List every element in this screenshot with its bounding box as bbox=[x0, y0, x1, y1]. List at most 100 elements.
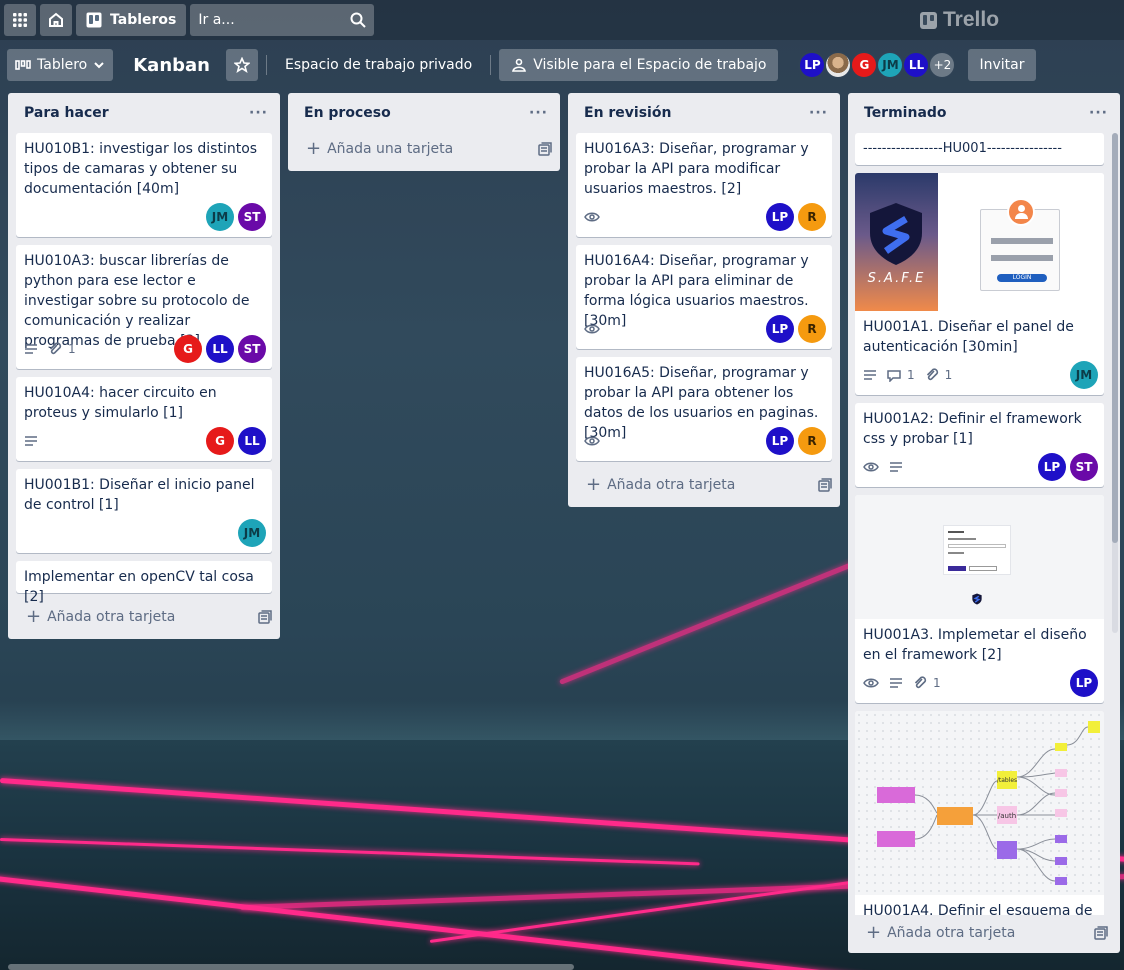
safe-brand-panel: S.A.F.E bbox=[855, 173, 938, 311]
description-icon bbox=[889, 677, 903, 689]
template-icon[interactable] bbox=[538, 142, 552, 156]
divider bbox=[490, 55, 492, 75]
add-card-button[interactable]: + Añada una tarjeta bbox=[296, 131, 560, 167]
member-avatar[interactable]: JM bbox=[876, 51, 905, 79]
list-title[interactable]: Terminado bbox=[864, 105, 947, 121]
add-card-button[interactable]: + Añada otra tarjeta bbox=[856, 915, 1116, 951]
card[interactable]: HU016A5: Diseñar, programar y probar la … bbox=[576, 357, 832, 461]
watching-eye-icon bbox=[863, 677, 879, 689]
card-member-avatar[interactable]: G bbox=[206, 427, 234, 455]
card[interactable]: HU016A3: Diseñar, programar y probar la … bbox=[576, 133, 832, 237]
user-icon bbox=[1007, 198, 1035, 226]
card[interactable]: -----------------HU001---------------- bbox=[855, 133, 1104, 165]
search-icon bbox=[350, 12, 367, 28]
watching-eye-icon bbox=[584, 435, 600, 447]
card-member-avatar[interactable]: R bbox=[798, 315, 826, 343]
watching-eye-icon bbox=[584, 211, 600, 223]
card-member-avatar[interactable]: LL bbox=[206, 335, 234, 363]
card-title: HU010B1: investigar los distintos tipos … bbox=[24, 141, 258, 197]
member-avatar-photo[interactable] bbox=[824, 51, 853, 79]
list-title[interactable]: En proceso bbox=[304, 105, 391, 121]
grid-icon bbox=[13, 13, 27, 27]
template-icon[interactable] bbox=[258, 610, 272, 624]
member-avatar[interactable]: G bbox=[850, 51, 879, 79]
list-doing: En proceso ··· + Añada una tarjeta bbox=[288, 93, 560, 171]
add-card-button[interactable]: + Añada otra tarjeta bbox=[576, 467, 840, 503]
paperclip-icon bbox=[926, 368, 938, 381]
board-title[interactable]: Kanban bbox=[113, 49, 226, 81]
card[interactable]: HU010A3: buscar librerías de python para… bbox=[16, 245, 272, 369]
card-member-avatar[interactable]: R bbox=[798, 203, 826, 231]
card[interactable]: Implementar en openCV tal cosa [2] bbox=[16, 561, 272, 605]
list-scrollbar[interactable] bbox=[1112, 133, 1118, 633]
board-horizontal-scrollbar[interactable] bbox=[8, 964, 574, 970]
card[interactable]: HU001B1: Diseñar el inicio panel de cont… bbox=[16, 469, 272, 553]
more-members-button[interactable]: +2 bbox=[928, 51, 957, 79]
card-member-avatar[interactable]: LP bbox=[766, 427, 794, 455]
comments-badge: 1 bbox=[887, 365, 915, 385]
card-member-avatar[interactable]: ST bbox=[1070, 453, 1098, 481]
plus-icon: + bbox=[586, 474, 602, 495]
boards-button[interactable]: Tableros bbox=[76, 4, 187, 36]
list-header: Terminado ··· bbox=[848, 93, 1120, 133]
card[interactable]: HU010A4: hacer circuito en proteus y sim… bbox=[16, 377, 272, 461]
card[interactable]: HU016A4: Diseñar, programar y probar la … bbox=[576, 245, 832, 349]
list-menu-button[interactable]: ··· bbox=[529, 105, 548, 121]
card[interactable]: HU010B1: investigar los distintos tipos … bbox=[16, 133, 272, 237]
card-member-avatar[interactable]: LL bbox=[238, 427, 266, 455]
shield-logo-icon bbox=[870, 203, 922, 265]
template-icon[interactable] bbox=[818, 478, 832, 492]
list-title[interactable]: En revisión bbox=[584, 105, 671, 121]
watching-eye-icon bbox=[863, 461, 879, 473]
member-avatar[interactable]: LP bbox=[798, 51, 827, 79]
trello-logo[interactable]: Trello bbox=[920, 8, 999, 32]
login-button-preview: LOGIN bbox=[997, 274, 1047, 282]
card[interactable]: HU001A2: Definir el framework css y prob… bbox=[855, 403, 1104, 487]
star-icon bbox=[233, 57, 250, 73]
apps-menu-button[interactable] bbox=[4, 4, 36, 36]
list-menu-button[interactable]: ··· bbox=[809, 105, 828, 121]
visibility-button[interactable]: Visible para el Espacio de trabajo bbox=[499, 49, 779, 81]
board-view-icon bbox=[15, 60, 31, 70]
home-button[interactable] bbox=[40, 4, 72, 36]
add-card-label: Añada otra tarjeta bbox=[887, 925, 1016, 941]
card-member-avatar[interactable]: JM bbox=[238, 519, 266, 547]
card-member-avatar[interactable]: JM bbox=[1070, 361, 1098, 389]
card[interactable]: S.A.F.E LOGIN HU001A1. Diseñar el panel … bbox=[855, 173, 1104, 395]
card-member-avatar[interactable]: G bbox=[174, 335, 202, 363]
invite-button[interactable]: Invitar bbox=[968, 49, 1036, 81]
card-title: HU001A2: Definir el framework css y prob… bbox=[863, 411, 1082, 447]
card[interactable]: HU001A3. Implemetar el diseño en el fram… bbox=[855, 495, 1104, 703]
card-member-avatar[interactable]: ST bbox=[238, 335, 266, 363]
card-member-avatar[interactable]: LP bbox=[1070, 669, 1098, 697]
paperclip-icon bbox=[49, 342, 62, 355]
list-done: Terminado ··· -----------------HU001----… bbox=[848, 93, 1120, 953]
card-member-avatar[interactable]: LP bbox=[766, 315, 794, 343]
card-member-avatar[interactable]: LP bbox=[1038, 453, 1066, 481]
card[interactable]: /tables /auth HU001A4. Definir el esquem… bbox=[855, 711, 1104, 915]
card-member-avatar[interactable]: ST bbox=[238, 203, 266, 231]
safe-brand-text: S.A.F.E bbox=[867, 271, 926, 286]
card-member-avatar[interactable]: JM bbox=[206, 203, 234, 231]
board-header: Tablero Kanban Espacio de trabajo privad… bbox=[0, 48, 1124, 82]
search-input[interactable]: Ir a... bbox=[190, 4, 375, 36]
card-title: HU001A3. Implemetar el diseño en el fram… bbox=[863, 627, 1087, 663]
list-menu-button[interactable]: ··· bbox=[1089, 105, 1108, 121]
member-avatar[interactable]: LL bbox=[902, 51, 931, 79]
attachments-count: 1 bbox=[68, 342, 76, 356]
card-member-avatar[interactable]: R bbox=[798, 427, 826, 455]
card-title: HU010A4: hacer circuito en proteus y sim… bbox=[24, 385, 217, 421]
star-button[interactable] bbox=[225, 49, 258, 81]
template-icon[interactable] bbox=[1094, 926, 1108, 940]
list-title[interactable]: Para hacer bbox=[24, 105, 109, 121]
view-switcher-button[interactable]: Tablero bbox=[7, 49, 114, 81]
shield-logo-icon bbox=[972, 593, 982, 605]
home-icon bbox=[49, 12, 63, 27]
add-card-label: Añada otra tarjeta bbox=[607, 477, 736, 493]
card-title: HU001A4. Definir el esquema de la bbox=[863, 903, 1093, 915]
workspace-button[interactable]: Espacio de trabajo privado bbox=[275, 49, 482, 81]
list-header: En proceso ··· bbox=[288, 93, 560, 133]
list-menu-button[interactable]: ··· bbox=[249, 105, 268, 121]
description-icon bbox=[889, 461, 903, 473]
card-member-avatar[interactable]: LP bbox=[766, 203, 794, 231]
